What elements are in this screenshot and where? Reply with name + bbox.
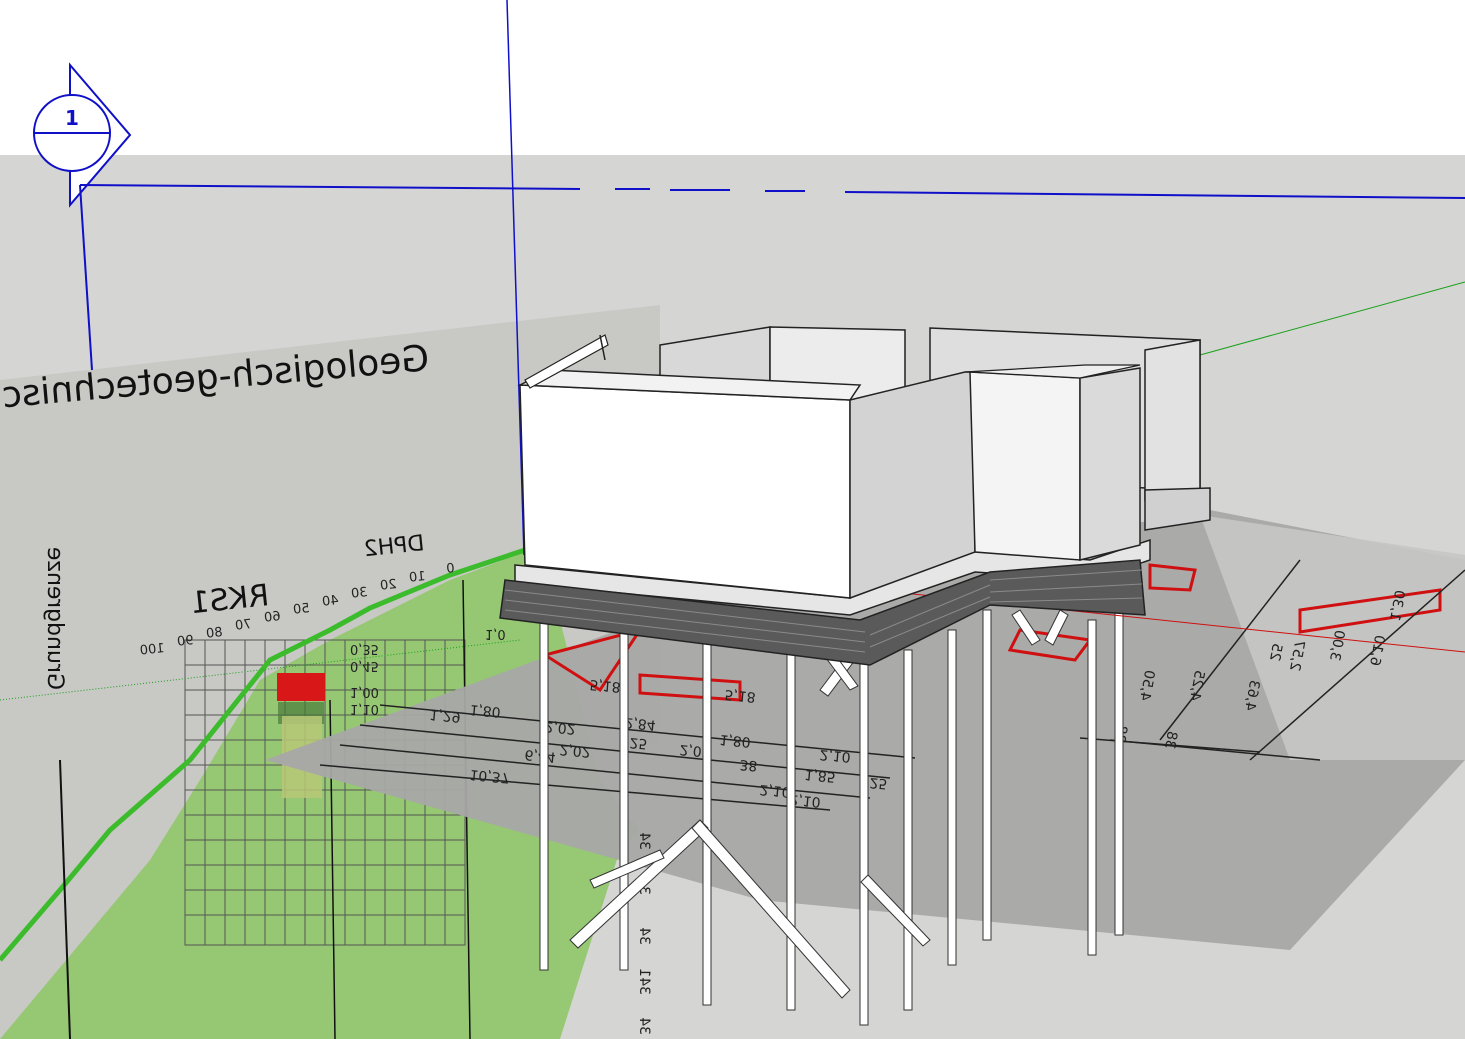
layer-value: 1,10: [350, 701, 379, 716]
side-label: Grundgrenze: [42, 547, 67, 690]
depth-tick: 30: [350, 585, 368, 602]
plan-dimension: 2,02: [559, 741, 591, 760]
sky: [0, 0, 1465, 155]
warning-cell: [277, 673, 325, 701]
plan-dimension: 25: [869, 774, 888, 791]
depth-tick: 40: [321, 593, 339, 610]
depth-tick: 70: [234, 617, 252, 634]
depth-tick: 20: [379, 577, 397, 594]
layer-value: 0,35: [350, 641, 379, 656]
plan-dimension: 1,80: [719, 731, 751, 750]
sketchup-viewport[interactable]: Geologisch-geotechnisc RKS1 DPH2 Grundgr…: [0, 0, 1465, 1039]
plan-dimension: 34: [636, 927, 652, 945]
depth-tick: 10: [408, 569, 426, 586]
plan-dimension: 38: [1161, 730, 1180, 750]
layer-value: 1,0: [485, 626, 506, 641]
plan-dimension: 25: [629, 734, 648, 751]
front-wall: [519, 384, 851, 599]
depth-tick: 0: [446, 561, 456, 577]
plan-dimension: 34: [636, 1017, 652, 1035]
plan-dimension: 5,18: [724, 686, 756, 705]
plan-dimension: 2,84: [624, 714, 657, 733]
depth-tick: 50: [292, 601, 310, 618]
layer-value: 1,00: [350, 684, 379, 699]
depth-tick: 100: [139, 641, 165, 659]
plan-dimension: 25: [1266, 642, 1285, 662]
plan-dimension: 5,18: [589, 676, 621, 695]
plan-dimension: 1,80: [469, 701, 501, 720]
depth-tick: 90: [176, 633, 194, 650]
section-number: 1: [65, 106, 79, 130]
depth-tick: 80: [205, 625, 223, 642]
depth-tick: 60: [263, 609, 281, 626]
plan-dimension: 2,10: [819, 746, 851, 765]
3d-scene: Geologisch-geotechnisc RKS1 DPH2 Grundgr…: [0, 0, 1465, 1039]
plan-dimension: 38: [739, 756, 758, 773]
plan-dimension: 341: [636, 968, 652, 995]
layer-value: 0,45: [350, 658, 379, 673]
plan-dimension: 1,29: [429, 706, 461, 725]
plan-dimension: 1,85: [804, 766, 836, 785]
plan-dimension: 2,02: [544, 718, 576, 737]
plan-dimension: 34: [636, 832, 652, 850]
